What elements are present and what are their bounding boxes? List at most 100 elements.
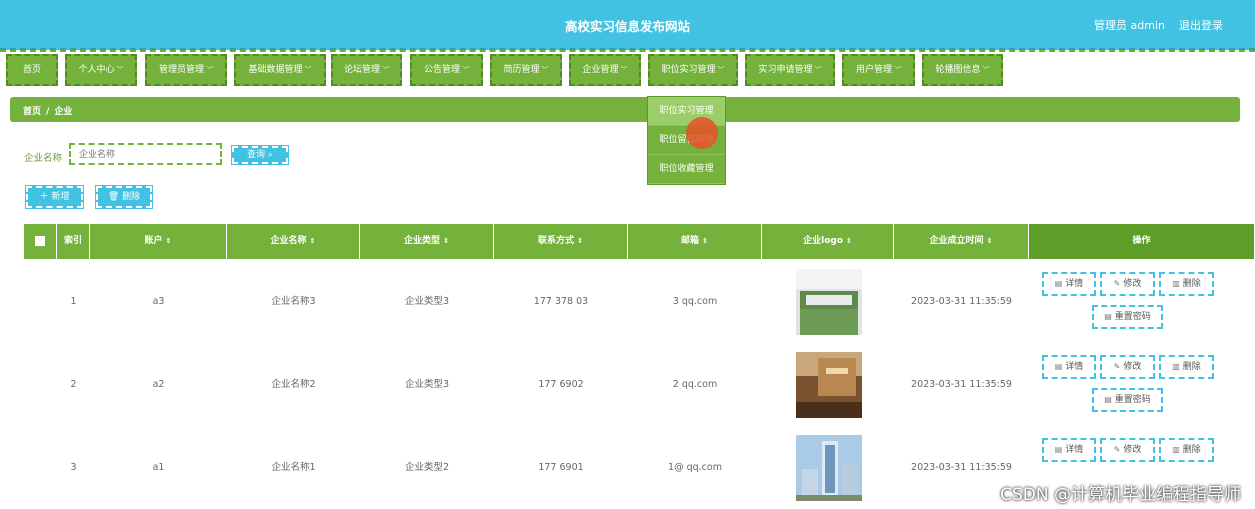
nav-label: 用户管理 (855, 65, 892, 75)
reset-label: 重置密码 (1114, 395, 1151, 405)
edit-icon: ✎ (1113, 445, 1121, 454)
cell-founded: 2023-03-31 11:35:59 (911, 296, 1012, 307)
reset-password-button[interactable]: ▤ 重置密码 (1092, 388, 1163, 412)
nav-item-users[interactable]: 用户管理 ﹀ (842, 54, 915, 86)
cell-account: a1 (152, 462, 165, 473)
breadcrumb: 首页 / 企业 (10, 97, 1240, 122)
col-type[interactable]: 企业类型 ⇕ (360, 224, 494, 259)
cell-index: 2 (70, 379, 77, 390)
edit-icon: ✎ (1113, 362, 1121, 371)
detail-label: 详情 (1065, 445, 1084, 455)
company-name-search-input[interactable] (69, 143, 222, 165)
nav-item-basic-data[interactable]: 基础数据管理 ﹀ (234, 54, 326, 86)
nav-label: 论坛管理 (343, 65, 380, 75)
cell-contact: 177 378 03 (533, 296, 589, 307)
cell-type: 企业类型3 (404, 296, 450, 307)
cell-index: 3 (70, 462, 77, 473)
chevron-down-icon: ﹀ (717, 66, 725, 74)
current-user: 管理员 admin (1094, 19, 1165, 32)
cursor-highlight (686, 117, 718, 149)
logout-link[interactable]: 退出登录 (1179, 17, 1223, 33)
cell-name: 企业名称2 (271, 379, 316, 390)
edit-button[interactable]: ✎ 修改 (1100, 272, 1155, 296)
document-icon: ▤ (1054, 279, 1063, 288)
reset-password-button[interactable]: ▤ 重置密码 (1092, 305, 1163, 329)
nav-item-company[interactable]: 企业管理 ﹀ (569, 54, 641, 86)
batch-delete-button[interactable]: 🗑 删除 (95, 185, 153, 209)
nav-item-carousel[interactable]: 轮播图信息 ﹀ (922, 54, 1003, 86)
document-icon: ▤ (1104, 395, 1112, 404)
breadcrumb-current: 企业 (54, 107, 73, 117)
dropdown-item-favorite[interactable]: 职位收藏管理 (648, 155, 725, 184)
chevron-down-icon: ﹀ (620, 66, 628, 74)
cell-type: 企业类型3 (404, 379, 450, 390)
table-row: 1 a3 企业名称3 企业类型3 177 378 03 3 qq.com 202… (24, 260, 1254, 343)
nav-item-internship[interactable]: 职位实习管理 ﹀ (648, 54, 738, 86)
row-actions: ▤ 详情 ✎ 修改 ▥ 删除 ▤ 重置密码 (1029, 343, 1254, 426)
col-logo[interactable]: 企业logo ⇕ (762, 224, 894, 259)
trash-icon: ▥ (1172, 445, 1180, 454)
add-label: 新增 (51, 192, 70, 202)
detail-button[interactable]: ▤ 详情 (1042, 272, 1096, 296)
nav-item-profile[interactable]: 个人中心 ﹀ (65, 54, 137, 86)
nav-item-admin[interactable]: 管理员管理 ﹀ (145, 54, 227, 86)
col-account[interactable]: 账户 ⇕ (90, 224, 227, 259)
nav-label: 轮播图信息 (935, 65, 981, 75)
trash-icon: 🗑 (107, 192, 120, 202)
document-icon: ▤ (1104, 312, 1112, 321)
document-icon: ▤ (1054, 362, 1063, 371)
query-button[interactable]: 查询 ⌕ (231, 145, 289, 165)
edit-label: 修改 (1123, 362, 1142, 372)
main-nav: 首页 个人中心 ﹀ 管理员管理 ﹀ 基础数据管理 ﹀ 论坛管理 ﹀ 公告管理 ﹀ 简历管理… (0, 50, 1255, 86)
cell-name: 企业名称3 (271, 296, 316, 307)
chevron-down-icon: ﹀ (541, 66, 549, 74)
company-logo-image (796, 352, 862, 418)
watermark: CSDN @计算机毕业编程指导师 (1000, 485, 1241, 505)
col-email[interactable]: 邮箱 ⇕ (628, 224, 762, 259)
cell-account: a2 (152, 379, 165, 390)
col-label: 邮箱 (681, 236, 700, 246)
nav-item-application[interactable]: 实习申请管理 ﹀ (745, 54, 835, 86)
nav-item-notice[interactable]: 公告管理 ﹀ (410, 54, 483, 86)
cell-contact: 177 6902 (538, 379, 584, 390)
col-name[interactable]: 企业名称 ⇕ (227, 224, 360, 259)
nav-label: 基础数据管理 (248, 65, 303, 75)
detail-label: 详情 (1065, 362, 1084, 372)
nav-item-home[interactable]: 首页 (6, 54, 58, 86)
delete-button[interactable]: ▥ 删除 (1159, 355, 1214, 379)
col-founded[interactable]: 企业成立时间 ⇕ (894, 224, 1029, 259)
nav-item-resume[interactable]: 简历管理 ﹀ (490, 54, 562, 86)
nav-label: 简历管理 (503, 65, 540, 75)
chevron-down-icon: ﹀ (206, 66, 213, 74)
table-header: 索引 账户 ⇕ 企业名称 ⇕ 企业类型 ⇕ 联系方式 ⇕ 邮箱 ⇕ 企业logo ⇕ 企业成… (24, 224, 1254, 259)
nav-item-forum[interactable]: 论坛管理 ﹀ (331, 54, 402, 86)
detail-button[interactable]: ▤ 详情 (1042, 355, 1096, 379)
cell-email: 3 qq.com (672, 296, 718, 307)
document-icon: ▤ (1054, 445, 1063, 454)
col-index: 索引 (57, 224, 90, 259)
add-button[interactable]: ＋ 新增 (25, 185, 84, 209)
table-row: 2 a2 企业名称2 企业类型3 177 6902 2 qq.com 2023-… (24, 343, 1254, 426)
delete-button[interactable]: ▥ 删除 (1159, 438, 1214, 462)
col-label: 企业类型 (404, 236, 441, 246)
row-actions: ▤ 详情 ✎ 修改 ▥ 删除 ▤ 重置密码 (1029, 260, 1254, 343)
detail-button[interactable]: ▤ 详情 (1042, 438, 1096, 462)
nav-label: 实习申请管理 (758, 65, 813, 75)
edit-button[interactable]: ✎ 修改 (1100, 438, 1155, 462)
col-label: 账户 (144, 236, 163, 246)
select-all-checkbox[interactable] (35, 235, 45, 246)
cell-contact: 177 6901 (538, 462, 584, 473)
edit-icon: ✎ (1113, 279, 1121, 288)
chevron-down-icon: ﹀ (894, 66, 901, 74)
nav-label: 个人中心 (78, 65, 115, 75)
col-contact[interactable]: 联系方式 ⇕ (494, 224, 628, 259)
cell-founded: 2023-03-31 11:35:59 (911, 379, 1012, 390)
nav-label: 公告管理 (423, 65, 460, 75)
breadcrumb-separator: / (46, 107, 50, 117)
delete-button[interactable]: ▥ 删除 (1159, 272, 1214, 296)
col-label: 企业logo (803, 236, 844, 246)
company-logo-image (796, 435, 862, 501)
edit-button[interactable]: ✎ 修改 (1100, 355, 1155, 379)
breadcrumb-home[interactable]: 首页 (23, 107, 41, 117)
chevron-down-icon: ﹀ (304, 66, 312, 74)
